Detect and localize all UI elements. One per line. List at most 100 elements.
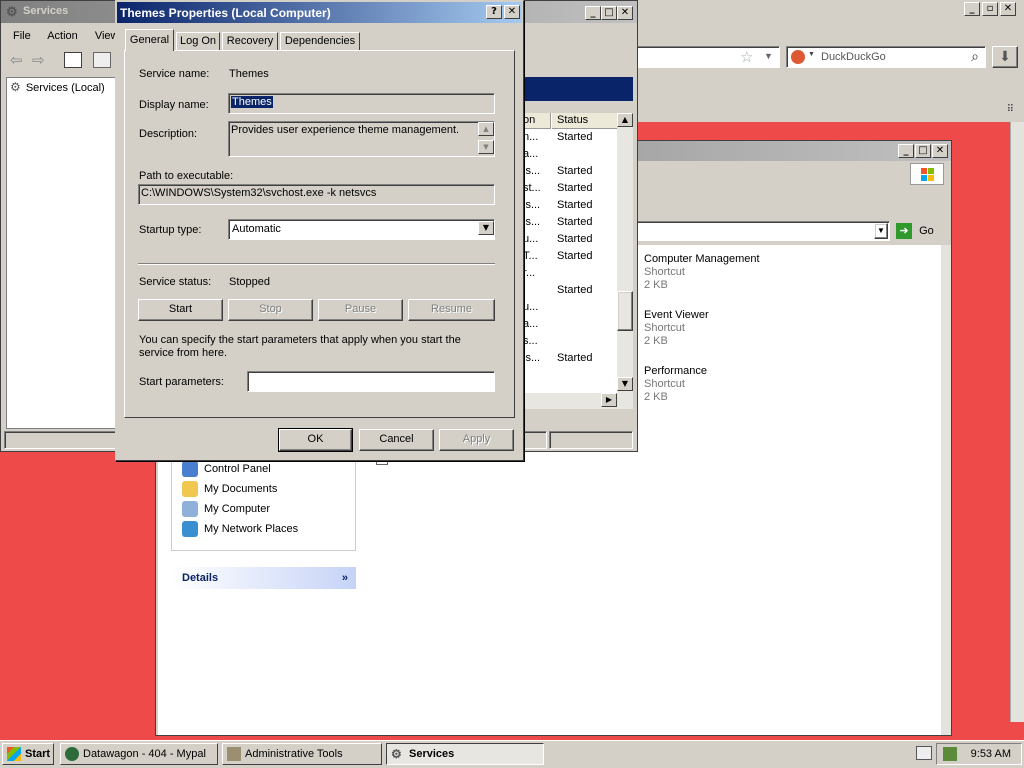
tab-dependencies[interactable]: Dependencies bbox=[280, 32, 360, 51]
service-row-name[interactable]: is... bbox=[523, 352, 540, 364]
cancel-button[interactable]: Cancel bbox=[359, 429, 434, 451]
control-panel-link[interactable]: Control Panel bbox=[182, 461, 271, 477]
service-row-name[interactable]: is... bbox=[523, 216, 540, 228]
service-row-status[interactable]: Started bbox=[557, 250, 592, 262]
forward-arrow-icon[interactable]: ⇨ bbox=[32, 51, 45, 69]
service-row-name[interactable]: is... bbox=[523, 165, 540, 177]
start-button-taskbar[interactable]: Start bbox=[2, 743, 54, 765]
startup-type-select[interactable]: Automatic ▼ bbox=[228, 219, 495, 240]
service-row-name[interactable]: s... bbox=[523, 335, 538, 347]
service-row-name[interactable]: r... bbox=[523, 267, 535, 279]
service-row-name[interactable]: a... bbox=[523, 318, 538, 330]
browser-restore-button[interactable]: ▫ bbox=[982, 2, 998, 16]
service-row-status[interactable]: Started bbox=[557, 233, 592, 245]
column-header-status[interactable]: Status bbox=[552, 113, 617, 129]
chevron-down-icon[interactable]: ▼ bbox=[478, 221, 494, 235]
ok-button[interactable]: OK bbox=[278, 428, 353, 452]
services-close-button[interactable]: ✕ bbox=[617, 6, 633, 20]
service-row-name[interactable]: u... bbox=[523, 301, 538, 313]
tree-item-services-local[interactable]: ⚙ Services (Local) bbox=[10, 80, 105, 94]
properties-icon[interactable] bbox=[93, 52, 111, 68]
dialog-close-button[interactable]: ✕ bbox=[504, 5, 520, 19]
menu-action[interactable]: Action bbox=[47, 30, 78, 42]
keyboard-tray-icon[interactable] bbox=[916, 746, 932, 760]
network-tray-icon[interactable] bbox=[943, 747, 957, 761]
taskbar-item-mypal[interactable]: Datawagon - 404 - Mypal bbox=[60, 743, 218, 765]
file-item[interactable]: Computer Management Shortcut 2 KB bbox=[644, 253, 844, 299]
file-item[interactable]: Performance Shortcut 2 KB bbox=[644, 365, 844, 411]
browser-scrollbar[interactable] bbox=[1010, 122, 1024, 722]
menu-file[interactable]: File bbox=[13, 30, 31, 42]
go-button[interactable]: ➜ Go bbox=[896, 221, 940, 241]
stop-button[interactable]: Stop bbox=[228, 299, 313, 321]
pause-button[interactable]: Pause bbox=[318, 299, 403, 321]
browser-minimize-button[interactable]: _ bbox=[964, 2, 980, 16]
service-row-status[interactable]: Started bbox=[557, 131, 592, 143]
tab-recovery[interactable]: Recovery bbox=[222, 32, 278, 51]
downloads-button[interactable]: ⬇ bbox=[992, 46, 1018, 68]
services-toolbar: ⇦ ⇨ bbox=[5, 50, 121, 72]
link-label: My Documents bbox=[204, 483, 278, 495]
explorer-minimize-button[interactable]: _ bbox=[898, 144, 914, 158]
description-label: Description: bbox=[139, 128, 198, 140]
tab-general[interactable]: General bbox=[125, 29, 174, 51]
service-row-name[interactable]: T... bbox=[523, 250, 538, 262]
apply-button[interactable]: Apply bbox=[439, 429, 514, 451]
browser-url-bar[interactable] bbox=[630, 46, 780, 68]
url-dropdown-icon[interactable]: ▼ bbox=[764, 51, 773, 61]
explorer-scrollbar[interactable] bbox=[941, 245, 951, 735]
description-scroll-down[interactable]: ▼ bbox=[478, 140, 494, 154]
service-row-status[interactable]: Started bbox=[557, 165, 592, 177]
search-icon[interactable]: ⌕ bbox=[971, 48, 979, 65]
back-arrow-icon[interactable]: ⇦ bbox=[10, 51, 23, 69]
services-maximize-button[interactable]: □ bbox=[601, 6, 617, 20]
service-row-name[interactable]: st... bbox=[523, 182, 541, 194]
description-field[interactable]: Provides user experience theme managemen… bbox=[228, 121, 495, 157]
service-row-name[interactable]: is... bbox=[523, 199, 540, 211]
service-row-name[interactable]: n... bbox=[523, 131, 538, 143]
display-name-field[interactable]: Themes bbox=[228, 93, 495, 114]
browser-close-button[interactable]: ✕ bbox=[1000, 2, 1016, 16]
taskbar-item-services[interactable]: ⚙ Services bbox=[386, 743, 544, 765]
start-button[interactable]: Start bbox=[138, 299, 223, 321]
path-field[interactable]: C:\WINDOWS\System32\svchost.exe -k netsv… bbox=[138, 184, 495, 205]
scroll-right-button[interactable]: ▶ bbox=[601, 393, 617, 407]
help-button[interactable]: ? bbox=[486, 5, 502, 19]
service-row-status[interactable]: Started bbox=[557, 352, 592, 364]
bookmark-star-icon[interactable]: ☆ bbox=[740, 48, 753, 66]
service-row-status[interactable]: Started bbox=[557, 216, 592, 228]
services-vscroll[interactable]: ▲ ▼ bbox=[617, 113, 633, 393]
explorer-close-button[interactable]: ✕ bbox=[932, 144, 948, 158]
tree-item-label: Services (Local) bbox=[25, 82, 105, 94]
service-row-name[interactable]: u... bbox=[523, 233, 538, 245]
description-scroll-up[interactable]: ▲ bbox=[478, 122, 494, 136]
scroll-thumb[interactable] bbox=[617, 291, 633, 331]
file-item[interactable]: Event Viewer Shortcut 2 KB bbox=[644, 309, 844, 355]
explorer-address-bar[interactable] bbox=[636, 221, 890, 241]
link-label: Control Panel bbox=[204, 463, 271, 475]
my-network-places-link[interactable]: My Network Places bbox=[182, 521, 298, 537]
service-row-name[interactable]: a... bbox=[523, 148, 538, 160]
address-dropdown-button[interactable]: ▼ bbox=[874, 223, 888, 239]
service-row-status[interactable]: Started bbox=[557, 182, 592, 194]
services-hscroll[interactable]: ▶ bbox=[519, 393, 633, 409]
display-name-label: Display name: bbox=[139, 99, 209, 111]
my-computer-link[interactable]: My Computer bbox=[182, 501, 270, 517]
scroll-up-button[interactable]: ▲ bbox=[617, 113, 633, 127]
windows-logo-icon bbox=[910, 163, 944, 185]
explorer-maximize-button[interactable]: □ bbox=[915, 144, 931, 158]
resume-button[interactable]: Resume bbox=[408, 299, 495, 321]
my-documents-link[interactable]: My Documents bbox=[182, 481, 277, 497]
service-row-status[interactable]: Started bbox=[557, 199, 592, 211]
tab-log-on[interactable]: Log On bbox=[176, 32, 220, 51]
taskbar-item-admin-tools[interactable]: Administrative Tools bbox=[222, 743, 382, 765]
scroll-down-button[interactable]: ▼ bbox=[617, 377, 633, 391]
start-parameters-input[interactable] bbox=[247, 371, 495, 392]
browser-search-bar[interactable]: ▼ DuckDuckGo ⌕ bbox=[786, 46, 986, 68]
services-minimize-button[interactable]: _ bbox=[585, 6, 601, 20]
file-type: Shortcut bbox=[644, 322, 685, 334]
service-row-status[interactable]: Started bbox=[557, 284, 592, 296]
show-tree-icon[interactable] bbox=[64, 52, 82, 68]
search-engine-dropdown-icon[interactable]: ▼ bbox=[808, 51, 815, 58]
details-header[interactable]: Details » bbox=[171, 567, 356, 589]
